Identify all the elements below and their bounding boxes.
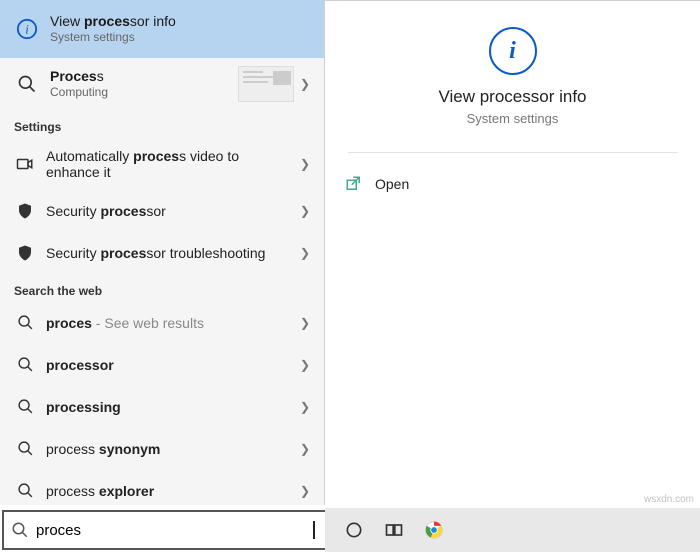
search-icon [14,438,36,460]
search-icon [14,71,40,97]
task-view-icon[interactable] [383,519,405,541]
section-header-web: Search the web [0,274,324,302]
search-icon [14,354,36,376]
web-suggestion-item[interactable]: processing ❯ [0,386,324,428]
chevron-right-icon: ❯ [294,77,310,91]
chevron-right-icon: ❯ [294,442,310,456]
bottom-bar [0,505,700,555]
text-caret [313,521,315,539]
video-icon [14,153,36,175]
shield-icon [14,242,36,264]
detail-subtitle: System settings [467,111,559,126]
chevron-right-icon: ❯ [294,316,310,330]
settings-item[interactable]: Security processor ❯ [0,190,324,232]
search-icon [4,521,36,539]
secondary-result-item[interactable]: Process Computing ❯ [0,58,324,110]
web-suggestion-item[interactable]: process synonym ❯ [0,428,324,470]
shield-icon [14,200,36,222]
chevron-right-icon: ❯ [294,484,310,498]
search-box[interactable] [2,510,327,550]
web-suggestion-item[interactable]: proces - See web results ❯ [0,302,324,344]
divider [348,152,678,153]
settings-item[interactable]: Automatically process video to enhance i… [0,138,324,190]
open-icon [345,175,363,193]
secondary-result-text: Process Computing [50,67,232,101]
best-match-item[interactable]: i View processor info System settings [0,0,324,58]
result-thumbnail [238,66,294,102]
cortana-icon[interactable] [343,519,365,541]
chevron-right-icon: ❯ [294,358,310,372]
web-suggestion-item[interactable]: processor ❯ [0,344,324,386]
svg-text:i: i [25,22,29,36]
search-icon [14,480,36,502]
search-icon [14,312,36,334]
detail-title: View processor info [438,87,586,107]
chevron-right-icon: ❯ [294,400,310,414]
web-suggestion-item[interactable]: process explorer ❯ [0,470,324,505]
chrome-icon[interactable] [423,519,445,541]
chevron-right-icon: ❯ [294,246,310,260]
watermark: wsxdn.com [644,494,694,505]
open-label: Open [375,176,409,192]
best-match-text: View processor info System settings [50,12,310,46]
info-icon: i [14,16,40,42]
section-header-settings: Settings [0,110,324,138]
open-action[interactable]: Open [325,169,700,199]
settings-item[interactable]: Security processor troubleshooting ❯ [0,232,324,274]
detail-pane: i View processor info System settings Op… [325,0,700,505]
search-icon [14,396,36,418]
search-input[interactable] [36,512,313,548]
chevron-right-icon: ❯ [294,157,310,171]
chevron-right-icon: ❯ [294,204,310,218]
search-results-pane: i View processor info System settings [0,0,325,505]
taskbar [325,508,700,552]
info-icon: i [489,27,537,75]
